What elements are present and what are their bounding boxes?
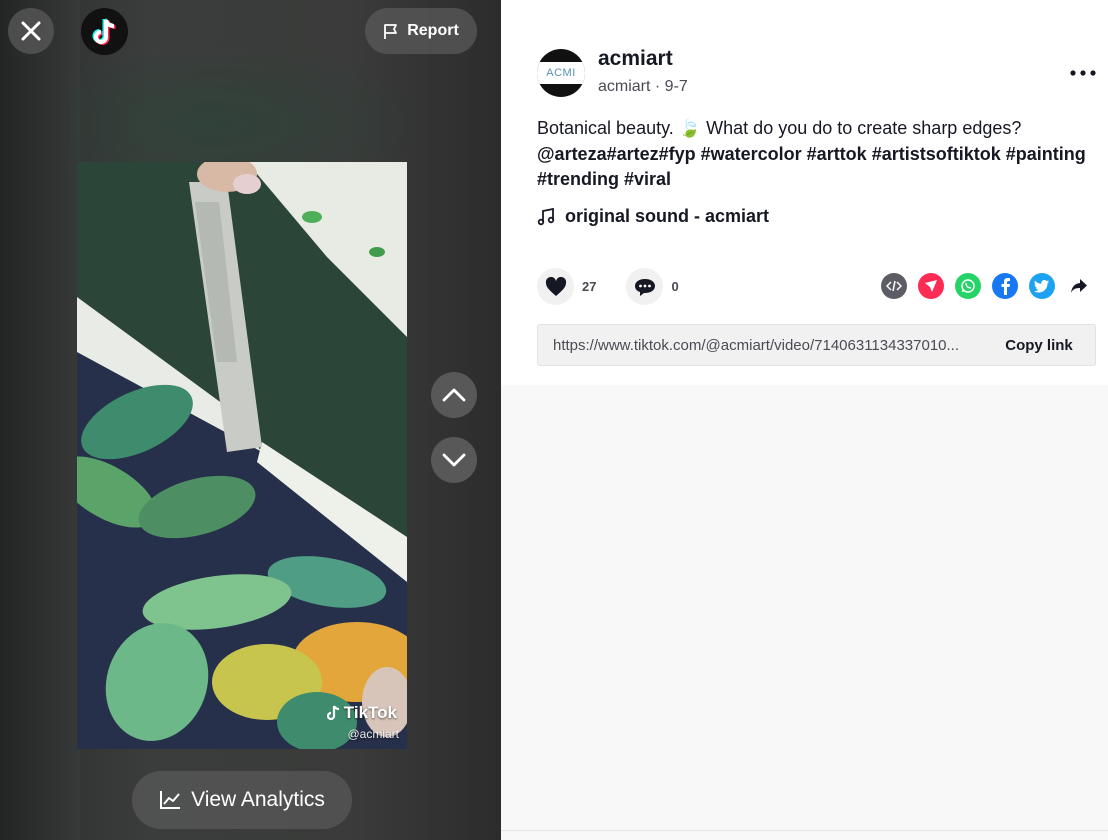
tiktok-logo-icon <box>92 17 116 45</box>
whatsapp-icon <box>961 279 975 293</box>
background-blur-top <box>70 40 430 180</box>
video-player[interactable]: TikTok @acmiart <box>77 162 407 749</box>
flag-icon <box>384 23 398 39</box>
watermark-handle: @acmiart <box>347 727 399 741</box>
close-icon <box>21 21 41 41</box>
view-analytics-label: View Analytics <box>191 788 325 811</box>
video-thumbnail <box>77 162 407 749</box>
report-label: Report <box>407 22 459 39</box>
sound-link[interactable]: original sound - acmiart <box>537 206 769 227</box>
comment-count: 0 <box>671 279 679 294</box>
view-analytics-button[interactable]: View Analytics <box>132 771 352 829</box>
like-count: 27 <box>582 279 597 294</box>
chevron-up-icon <box>442 388 466 402</box>
post-caption: Botanical beauty. 🍃 What do you do to cr… <box>537 116 1097 193</box>
copy-link-box: https://www.tiktok.com/@acmiart/video/71… <box>537 324 1096 366</box>
video-viewer-panel: Report TikTok @acmiart View Analytics <box>0 0 501 840</box>
engagement-row: 27 0 <box>537 268 679 305</box>
comment-button[interactable] <box>626 268 664 305</box>
author-username[interactable]: acmiart <box>598 47 673 71</box>
next-video-button[interactable] <box>431 437 477 483</box>
watermark-brand: TikTok <box>343 703 397 722</box>
tiktok-note-icon <box>326 705 339 721</box>
more-options-icon[interactable] <box>1069 64 1097 82</box>
comment-icon <box>634 278 655 296</box>
embed-icon <box>886 280 902 292</box>
embed-button[interactable] <box>881 273 907 299</box>
close-button[interactable] <box>8 8 54 54</box>
more-share-button[interactable] <box>1066 273 1092 299</box>
tiktok-logo[interactable] <box>81 8 128 55</box>
music-note-icon <box>537 207 555 225</box>
share-arrow-icon <box>1071 279 1087 293</box>
facebook-share-button[interactable] <box>992 273 1018 299</box>
avatar-logo-text: ACMI <box>537 62 585 84</box>
chevron-down-icon <box>442 453 466 467</box>
twitter-icon <box>1034 280 1049 293</box>
caption-hashtags[interactable]: @arteza#artez#fyp #watercolor #arttok #a… <box>537 144 1086 190</box>
analytics-chart-icon <box>160 791 181 809</box>
divider <box>501 830 1108 831</box>
like-button[interactable] <box>537 268 574 305</box>
sound-name: original sound - acmiart <box>565 206 770 226</box>
facebook-icon <box>1001 278 1010 295</box>
send-icon <box>925 280 937 292</box>
previous-video-button[interactable] <box>431 372 477 418</box>
post-details-panel: ACMI acmiart acmiart · 9-7 Botanical bea… <box>501 0 1108 840</box>
avatar[interactable]: ACMI <box>537 49 585 97</box>
post-info-card: ACMI acmiart acmiart · 9-7 Botanical bea… <box>501 0 1108 385</box>
share-options <box>881 273 1092 299</box>
copy-link-button[interactable]: Copy link <box>983 337 1095 354</box>
report-button[interactable]: Report <box>365 8 477 54</box>
video-link-url[interactable]: https://www.tiktok.com/@acmiart/video/71… <box>538 337 983 354</box>
author-meta: acmiart · 9-7 <box>598 78 688 95</box>
background-blur <box>0 0 80 840</box>
video-watermark-logo: TikTok <box>326 703 397 723</box>
caption-text: Botanical beauty. 🍃 What do you do to cr… <box>537 118 1022 138</box>
heart-icon <box>545 276 566 296</box>
twitter-share-button[interactable] <box>1029 273 1055 299</box>
send-to-friends-button[interactable] <box>918 273 944 299</box>
whatsapp-share-button[interactable] <box>955 273 981 299</box>
